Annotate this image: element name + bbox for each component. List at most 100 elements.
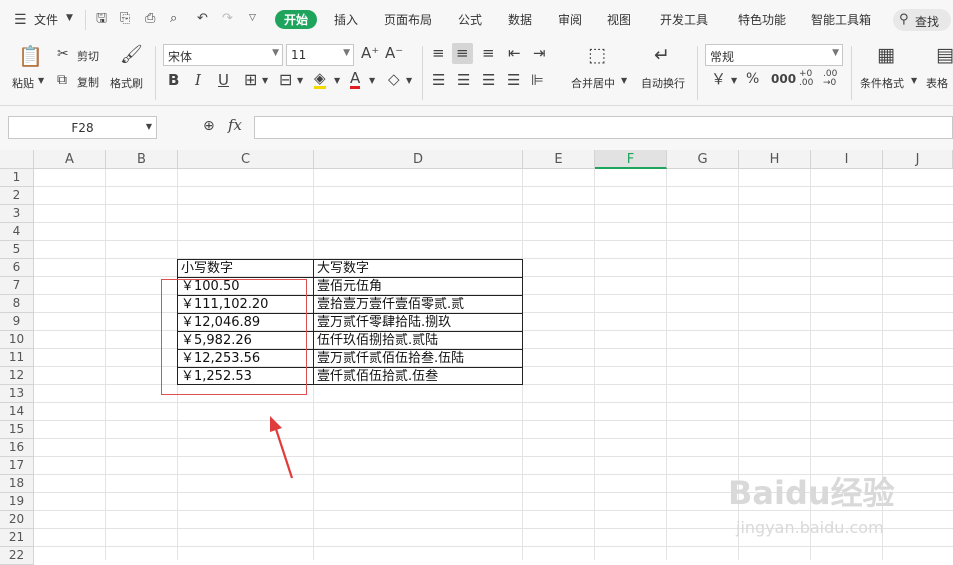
number-format-select[interactable]: 常规 ▼ bbox=[705, 44, 843, 66]
spreadsheet-grid[interactable]: A B C D E F G H I J 1 2 3 4 5 6 7 8 9 10… bbox=[0, 150, 953, 565]
percent-icon[interactable]: % bbox=[746, 72, 759, 86]
fill-color-icon[interactable]: ◈ bbox=[314, 71, 326, 89]
tab-special[interactable]: 特色功能 bbox=[738, 11, 786, 28]
table-cell-uppercase[interactable]: 壹万贰仟零肆拾陆.捌玖 bbox=[314, 314, 451, 332]
row-header[interactable]: 11 bbox=[0, 349, 34, 367]
header-cell-uppercase[interactable]: 大写数字 bbox=[314, 260, 369, 278]
file-menu[interactable]: 文件 bbox=[34, 11, 58, 28]
row-header[interactable]: 6 bbox=[0, 259, 34, 277]
tab-page-layout[interactable]: 页面布局 bbox=[384, 11, 432, 28]
format-painter-button[interactable]: 格式刷 bbox=[110, 75, 143, 91]
align-center-icon[interactable]: ☰ bbox=[457, 73, 470, 88]
bold-icon[interactable]: B bbox=[168, 73, 179, 88]
justify-icon[interactable]: ☰ bbox=[507, 73, 520, 88]
row-header[interactable]: 17 bbox=[0, 457, 34, 475]
column-header-b[interactable]: B bbox=[106, 150, 178, 169]
chevron-down-icon[interactable]: ▼ bbox=[38, 77, 44, 85]
header-cell-lowercase[interactable]: 小写数字 bbox=[178, 260, 233, 278]
font-name-select[interactable]: 宋体 ▼ bbox=[163, 44, 283, 66]
search-box[interactable]: ⚲ 查找 bbox=[893, 9, 951, 31]
export-icon[interactable]: ⎘ bbox=[120, 12, 130, 25]
row-header[interactable]: 18 bbox=[0, 475, 34, 493]
tab-review[interactable]: 审阅 bbox=[558, 11, 582, 28]
save-icon[interactable]: 🖫 bbox=[96, 12, 107, 25]
scissors-icon[interactable]: ✂ bbox=[57, 47, 69, 61]
chevron-down-icon[interactable]: ▼ bbox=[297, 77, 303, 85]
column-header-d[interactable]: D bbox=[314, 150, 523, 169]
column-header-c[interactable]: C bbox=[178, 150, 314, 169]
merge-center-icon[interactable]: ⬚ bbox=[588, 46, 606, 65]
cut-button[interactable]: 剪切 bbox=[77, 48, 99, 64]
format-painter-icon[interactable]: 🖌 bbox=[120, 46, 143, 64]
column-header-g[interactable]: G bbox=[667, 150, 739, 169]
align-middle-icon[interactable]: ≡ bbox=[452, 43, 473, 64]
chevron-down-icon[interactable]: ▼ bbox=[406, 77, 412, 85]
copy-icon[interactable]: ⧉ bbox=[57, 73, 67, 87]
table-cell-uppercase[interactable]: 壹拾壹万壹仟壹佰零贰.贰 bbox=[314, 296, 464, 314]
row-header[interactable]: 8 bbox=[0, 295, 34, 313]
chevron-down-icon[interactable]: ▼ bbox=[731, 77, 737, 85]
underline-icon[interactable]: U bbox=[218, 73, 229, 88]
tab-developer[interactable]: 开发工具 bbox=[660, 11, 708, 28]
row-header[interactable]: 15 bbox=[0, 421, 34, 439]
decrease-indent-icon[interactable]: ⇤ bbox=[508, 46, 521, 61]
row-header[interactable]: 10 bbox=[0, 331, 34, 349]
tab-data[interactable]: 数据 bbox=[508, 11, 532, 28]
column-header-e[interactable]: E bbox=[523, 150, 595, 169]
decrease-font-icon[interactable]: A⁻ bbox=[385, 46, 403, 61]
column-header-i[interactable]: I bbox=[811, 150, 883, 169]
redo-icon[interactable]: ↷ bbox=[222, 12, 233, 25]
italic-icon[interactable]: I bbox=[195, 73, 201, 88]
align-bottom-icon[interactable]: ≡ bbox=[482, 46, 495, 61]
table-cell-uppercase[interactable]: 伍仟玖佰捌拾贰.贰陆 bbox=[314, 332, 438, 350]
row-header[interactable]: 3 bbox=[0, 205, 34, 223]
paste-icon[interactable]: 📋 bbox=[18, 46, 43, 66]
chevron-down-icon[interactable]: ▼ bbox=[911, 77, 917, 85]
table-cell-uppercase[interactable]: 壹佰元伍角 bbox=[314, 278, 382, 296]
copy-button[interactable]: 复制 bbox=[77, 74, 99, 90]
table-cell-uppercase[interactable]: 壹万贰仟贰佰伍拾叁.伍陆 bbox=[314, 350, 464, 368]
undo-icon[interactable]: ↶ bbox=[197, 12, 208, 25]
row-header[interactable]: 7 bbox=[0, 277, 34, 295]
font-size-select[interactable]: 11 ▼ bbox=[286, 44, 354, 66]
border-icon[interactable]: ⊞ bbox=[244, 72, 257, 88]
wrap-text-icon[interactable]: ↵ bbox=[654, 46, 670, 65]
table-cell-uppercase[interactable]: 壹仟贰佰伍拾贰.伍叁 bbox=[314, 368, 438, 386]
customize-icon[interactable]: ▽ bbox=[249, 14, 256, 23]
print-preview-icon[interactable]: ⌕ bbox=[170, 12, 177, 25]
row-header[interactable]: 19 bbox=[0, 493, 34, 511]
tab-insert[interactable]: 插入 bbox=[334, 11, 358, 28]
table-style-button[interactable]: 表格 bbox=[926, 75, 948, 91]
column-header-j[interactable]: J bbox=[883, 150, 953, 169]
decrease-decimal-icon[interactable]: .00 →0 bbox=[823, 70, 837, 88]
chevron-down-icon[interactable]: ▼ bbox=[334, 77, 340, 85]
formula-input[interactable] bbox=[254, 116, 953, 139]
zoom-icon[interactable]: ⊕ bbox=[203, 119, 215, 133]
name-box[interactable]: F28 ▼ bbox=[8, 116, 157, 139]
row-header[interactable]: 21 bbox=[0, 529, 34, 547]
print-icon[interactable]: ⎙ bbox=[145, 12, 155, 25]
fx-icon[interactable]: fx bbox=[228, 118, 242, 133]
fill-pattern-icon[interactable]: ⊟ bbox=[279, 72, 292, 88]
row-header[interactable]: 4 bbox=[0, 223, 34, 241]
row-header[interactable]: 16 bbox=[0, 439, 34, 457]
tab-smart-toolbox[interactable]: 智能工具箱 bbox=[811, 11, 871, 28]
hamburger-icon[interactable]: ☰ bbox=[14, 13, 27, 27]
increase-indent-icon[interactable]: ⇥ bbox=[533, 46, 546, 61]
row-header[interactable]: 1 bbox=[0, 169, 34, 187]
tab-view[interactable]: 视图 bbox=[607, 11, 631, 28]
currency-icon[interactable]: ￥ bbox=[711, 72, 726, 87]
column-header-a[interactable]: A bbox=[34, 150, 106, 169]
wrap-text-button[interactable]: 自动换行 bbox=[641, 75, 685, 91]
align-left-icon[interactable]: ☰ bbox=[432, 73, 445, 88]
column-header-h[interactable]: H bbox=[739, 150, 811, 169]
increase-font-icon[interactable]: A⁺ bbox=[361, 46, 379, 61]
row-header[interactable]: 22 bbox=[0, 547, 34, 565]
row-header[interactable]: 9 bbox=[0, 313, 34, 331]
increase-decimal-icon[interactable]: +0.00 bbox=[799, 70, 813, 88]
font-color-icon[interactable]: A bbox=[350, 71, 361, 89]
table-style-icon[interactable]: ▤ bbox=[936, 46, 953, 65]
chevron-down-icon[interactable]: ▼ bbox=[66, 14, 73, 23]
chevron-down-icon[interactable]: ▼ bbox=[369, 77, 375, 85]
row-header[interactable]: 20 bbox=[0, 511, 34, 529]
